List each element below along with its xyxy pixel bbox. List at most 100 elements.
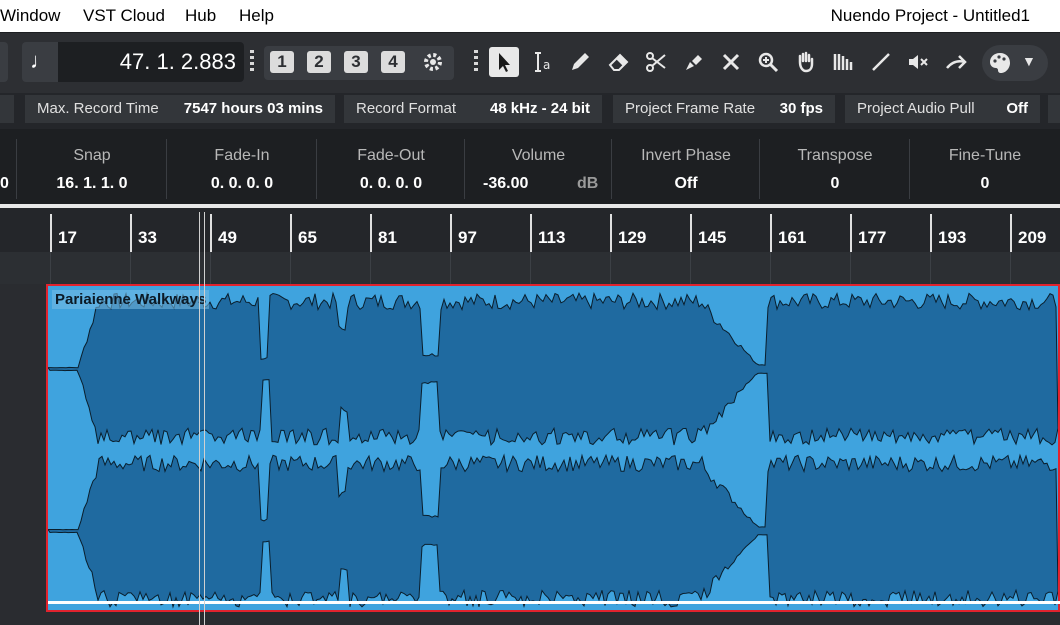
field-value[interactable]: 0. 0. 0. 0 xyxy=(317,175,465,193)
speaker-mute-icon[interactable] xyxy=(903,47,933,77)
ruler-label: 193 xyxy=(938,228,967,247)
ruler-subgrid-line xyxy=(210,252,211,284)
ruler-label: 33 xyxy=(138,228,157,247)
ruler-tick xyxy=(530,214,532,252)
transport-position-box: ♩ 47. 1. 2.883 xyxy=(22,42,244,82)
ruler-tick xyxy=(770,214,772,252)
ruler-label: 145 xyxy=(698,228,727,247)
ruler-subgrid-line xyxy=(370,252,371,284)
field-fade-in[interactable]: Fade-In 0. 0. 0. 0 xyxy=(166,139,317,199)
ruler-label: 209 xyxy=(1018,228,1047,247)
marker-3-button[interactable]: 3 xyxy=(344,51,368,73)
ruler-tick xyxy=(210,214,212,252)
comp-icon[interactable] xyxy=(828,47,858,77)
status-bar: Max. Record Time 7547 hours 03 mins Reco… xyxy=(0,93,1060,129)
ruler-tick xyxy=(290,214,292,252)
hand-icon[interactable] xyxy=(791,47,821,77)
line-icon[interactable] xyxy=(866,47,896,77)
ruler-subgrid-line xyxy=(850,252,851,284)
ruler-label: 17 xyxy=(58,228,77,247)
status-frame-rate[interactable]: Project Frame Rate 30 fps xyxy=(613,95,835,123)
ruler-subgrid-line xyxy=(930,252,931,284)
glue-icon[interactable] xyxy=(678,47,708,77)
ruler-label: 113 xyxy=(538,228,566,247)
field-transpose[interactable]: Transpose 0 xyxy=(759,139,910,199)
ruler-tick xyxy=(1010,214,1012,252)
menu-help[interactable]: Help xyxy=(239,6,274,26)
ruler-subgrid-line xyxy=(450,252,451,284)
color-tool-button[interactable]: ▼ xyxy=(982,45,1048,81)
field-snap[interactable]: Snap 16. 1. 1. 0 xyxy=(16,139,167,199)
position-value: 47. 1. 2.883 xyxy=(119,49,236,74)
object-selection-icon[interactable] xyxy=(489,47,519,77)
ruler-tick xyxy=(930,214,932,252)
ruler-subgrid-line xyxy=(610,252,611,284)
toolbar-left-edge xyxy=(0,42,8,82)
gear-icon[interactable] xyxy=(418,47,448,77)
mute-x-icon[interactable] xyxy=(716,47,746,77)
field-value[interactable]: 0. 0. 0. 0 xyxy=(167,175,317,193)
ruler-subgrid-line xyxy=(130,252,131,284)
ruler-subgrid-line xyxy=(690,252,691,284)
marker-2-button[interactable]: 2 xyxy=(307,51,331,73)
zoom-icon[interactable] xyxy=(753,47,783,77)
ruler-label: 129 xyxy=(618,228,647,247)
field-value[interactable]: -36.00 xyxy=(483,175,528,193)
status-value: 48 kHz - 24 bit xyxy=(489,100,590,117)
ruler-tick xyxy=(450,214,452,252)
ruler-label: 177 xyxy=(858,228,887,247)
position-display[interactable]: 47. 1. 2.883 xyxy=(58,42,244,82)
field-label: Fine-Tune xyxy=(948,147,1022,164)
palette-icon xyxy=(990,53,1010,73)
ruler-tick xyxy=(130,214,132,252)
status-label: Project Audio Pull xyxy=(857,100,975,117)
status-edge-right xyxy=(1048,95,1060,123)
field-fade-out[interactable]: Fade-Out 0. 0. 0. 0 xyxy=(316,139,465,199)
ruler-tick xyxy=(610,214,612,252)
field-value[interactable]: Off xyxy=(612,175,760,193)
field-fine-tune[interactable]: Fine-Tune 0 xyxy=(909,139,1060,199)
field-label: Invert Phase xyxy=(641,147,731,164)
field-value[interactable]: 16. 1. 1. 0 xyxy=(17,175,167,193)
ruler-tick xyxy=(850,214,852,252)
event-name: Pariaienne Walkways xyxy=(52,290,210,309)
field-label: Volume xyxy=(511,147,566,164)
marker-1-button[interactable]: 1 xyxy=(270,51,294,73)
ruler-subgrid-line xyxy=(770,252,771,284)
info-left-value: 0 xyxy=(0,175,9,192)
field-label: Fade-Out xyxy=(357,147,425,164)
ruler-label: 161 xyxy=(778,228,807,247)
field-label: Fade-In xyxy=(214,147,270,164)
status-audio-pull[interactable]: Project Audio Pull Off xyxy=(845,95,1040,123)
status-max-record-time[interactable]: Max. Record Time 7547 hours 03 mins xyxy=(25,95,335,123)
menu-hub[interactable]: Hub xyxy=(185,6,216,26)
svg-text:a: a xyxy=(543,58,550,72)
ruler-subgrid-line xyxy=(530,252,531,284)
field-volume[interactable]: Volume -36.00 dB xyxy=(464,139,612,199)
warp-icon[interactable] xyxy=(941,47,971,77)
field-value[interactable]: 0 xyxy=(760,175,910,193)
ruler-tick xyxy=(690,214,692,252)
note-icon: ♩ xyxy=(30,48,52,73)
ruler[interactable]: 17 33 49 65 81 97 113 129 145 161 177 193 209 xyxy=(0,208,1060,252)
status-value: Off xyxy=(1006,100,1028,117)
toolbar-grip[interactable] xyxy=(250,50,254,74)
draw-icon[interactable] xyxy=(565,47,595,77)
range-selection-icon[interactable]: a xyxy=(528,47,558,77)
menu-vst-cloud[interactable]: VST Cloud xyxy=(83,6,165,26)
split-scissors-icon[interactable] xyxy=(641,47,671,77)
ruler-tick xyxy=(50,214,52,252)
status-edge xyxy=(0,95,14,123)
marker-4-button[interactable]: 4 xyxy=(381,51,405,73)
project-cursor[interactable] xyxy=(199,212,205,625)
toolbar: ♩ 47. 1. 2.883 1 2 3 4 a ▼ xyxy=(0,33,1060,93)
status-record-format[interactable]: Record Format 48 kHz - 24 bit xyxy=(344,95,602,123)
toolbar-grip-2[interactable] xyxy=(474,50,478,74)
field-invert-phase[interactable]: Invert Phase Off xyxy=(611,139,760,199)
field-value[interactable]: 0 xyxy=(910,175,1060,193)
ruler-subgrid xyxy=(0,252,1060,284)
menu-window[interactable]: Window xyxy=(0,6,60,26)
status-label: Record Format xyxy=(356,100,457,117)
status-value: 7547 hours 03 mins xyxy=(183,100,323,117)
erase-icon[interactable] xyxy=(604,47,634,77)
